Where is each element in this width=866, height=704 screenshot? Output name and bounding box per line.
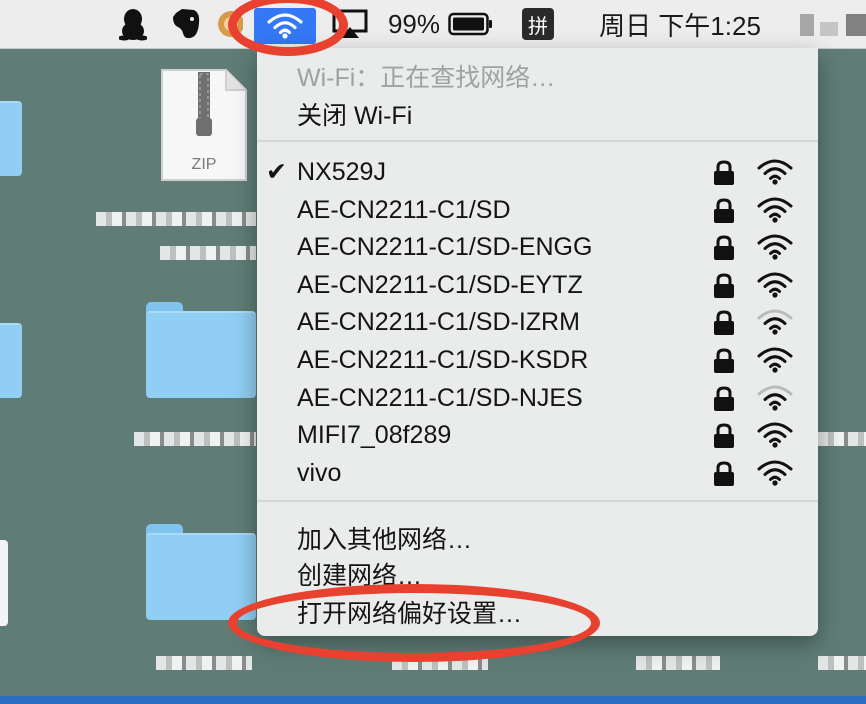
turn-wifi-off-item[interactable]: 关闭 Wi-Fi bbox=[297, 96, 412, 132]
lock-icon bbox=[712, 198, 736, 229]
wifi-network-row[interactable]: AE-CN2211-C1/SD bbox=[257, 192, 818, 229]
lock-icon bbox=[712, 310, 736, 341]
wifi-signal-icon bbox=[755, 233, 795, 266]
blurred-filename bbox=[818, 432, 866, 446]
wifi-network-row[interactable]: AE-CN2211-C1/SD-EYTZ bbox=[257, 267, 818, 304]
wifi-network-row[interactable]: AE-CN2211-C1/SD-IZRM bbox=[257, 304, 818, 341]
wifi-dropdown-menu: Wi-Fi：正在查找网络… 关闭 Wi-Fi ✔ NX529J AE-CN2211-… bbox=[257, 48, 818, 636]
wifi-network-row[interactable]: vivo bbox=[257, 455, 818, 492]
wifi-signal-icon bbox=[755, 308, 795, 341]
wifi-network-name: AE-CN2211-C1/SD-EYTZ bbox=[297, 270, 583, 299]
wifi-signal-icon bbox=[755, 346, 795, 379]
menu-separator bbox=[257, 140, 818, 142]
evernote-icon[interactable] bbox=[168, 0, 204, 48]
wifi-network-name: AE-CN2211-C1/SD-KSDR bbox=[297, 346, 589, 374]
input-method-indicator[interactable]: 拼 bbox=[520, 0, 556, 48]
wifi-network-name: NX529J bbox=[297, 158, 386, 186]
lock-icon bbox=[712, 461, 736, 492]
blurred-filename bbox=[636, 656, 720, 670]
annotation-circle-preferences bbox=[228, 584, 600, 662]
wifi-signal-icon bbox=[755, 459, 795, 492]
wifi-network-name: MIFI7_08f289 bbox=[297, 421, 452, 450]
lock-icon bbox=[712, 235, 736, 266]
wifi-signal-icon bbox=[755, 196, 795, 229]
blurred-filename bbox=[134, 432, 256, 446]
desktop-folder-icon[interactable] bbox=[0, 314, 22, 398]
battery-icon[interactable] bbox=[446, 0, 496, 48]
wifi-signal-icon bbox=[755, 158, 795, 191]
lock-icon bbox=[712, 160, 736, 191]
lock-icon bbox=[712, 386, 736, 417]
wifi-network-row[interactable]: AE-CN2211-C1/SD-ENGG bbox=[257, 229, 818, 266]
wifi-network-name: AE-CN2211-C1/SD-IZRM bbox=[297, 308, 580, 337]
wifi-signal-icon bbox=[755, 384, 795, 417]
wifi-network-name: vivo bbox=[297, 458, 342, 487]
desktop-folder-icon[interactable] bbox=[0, 92, 22, 176]
wifi-status-text: Wi-Fi：正在查找网络… bbox=[297, 64, 556, 92]
lock-icon bbox=[712, 273, 736, 304]
blurred-filename bbox=[96, 212, 256, 226]
menubar-clock[interactable]: 周日 下午1:25 bbox=[588, 0, 772, 48]
lock-icon bbox=[712, 423, 736, 454]
menu-bar: 99% 拼 周日 下午1:25 bbox=[0, 0, 866, 49]
join-other-network-item[interactable]: 加入其他网络… bbox=[297, 520, 472, 556]
wifi-network-name: AE-CN2211-C1/SD-NJES bbox=[297, 383, 583, 412]
desktop-folder-icon[interactable] bbox=[146, 524, 256, 620]
zip-file-type-label: ZIP bbox=[191, 156, 217, 173]
wifi-network-name: AE-CN2211-C1/SD-ENGG bbox=[297, 233, 593, 262]
blurred-filename bbox=[160, 246, 256, 260]
wifi-network-name: AE-CN2211-C1/SD bbox=[297, 195, 511, 224]
blurred-filename bbox=[818, 656, 866, 670]
wifi-network-row[interactable]: AE-CN2211-C1/SD-KSDR bbox=[257, 342, 818, 379]
wifi-network-row[interactable]: MIFI7_08f289 bbox=[257, 417, 818, 454]
wifi-network-row[interactable]: ✔ NX529J bbox=[257, 154, 818, 191]
blurred-status-item bbox=[800, 14, 814, 36]
wifi-network-row[interactable]: AE-CN2211-C1/SD-NJES bbox=[257, 380, 818, 417]
wifi-signal-icon bbox=[755, 271, 795, 304]
zip-archive-icon[interactable]: ZIP bbox=[160, 68, 248, 182]
blurred-status-item bbox=[846, 14, 866, 36]
battery-percent[interactable]: 99% bbox=[386, 0, 442, 48]
blurred-filename bbox=[156, 656, 252, 670]
checkmark-icon: ✔ bbox=[266, 158, 287, 186]
desktop-file-icon[interactable] bbox=[0, 540, 8, 626]
desktop-folder-icon[interactable] bbox=[146, 302, 256, 398]
menu-separator bbox=[257, 500, 818, 502]
input-method-label: 拼 bbox=[522, 8, 554, 40]
qq-penguin-icon[interactable] bbox=[116, 0, 150, 48]
blurred-status-item bbox=[820, 22, 838, 36]
wifi-signal-icon bbox=[755, 421, 795, 454]
bottom-edge bbox=[0, 696, 866, 704]
lock-icon bbox=[712, 348, 736, 379]
